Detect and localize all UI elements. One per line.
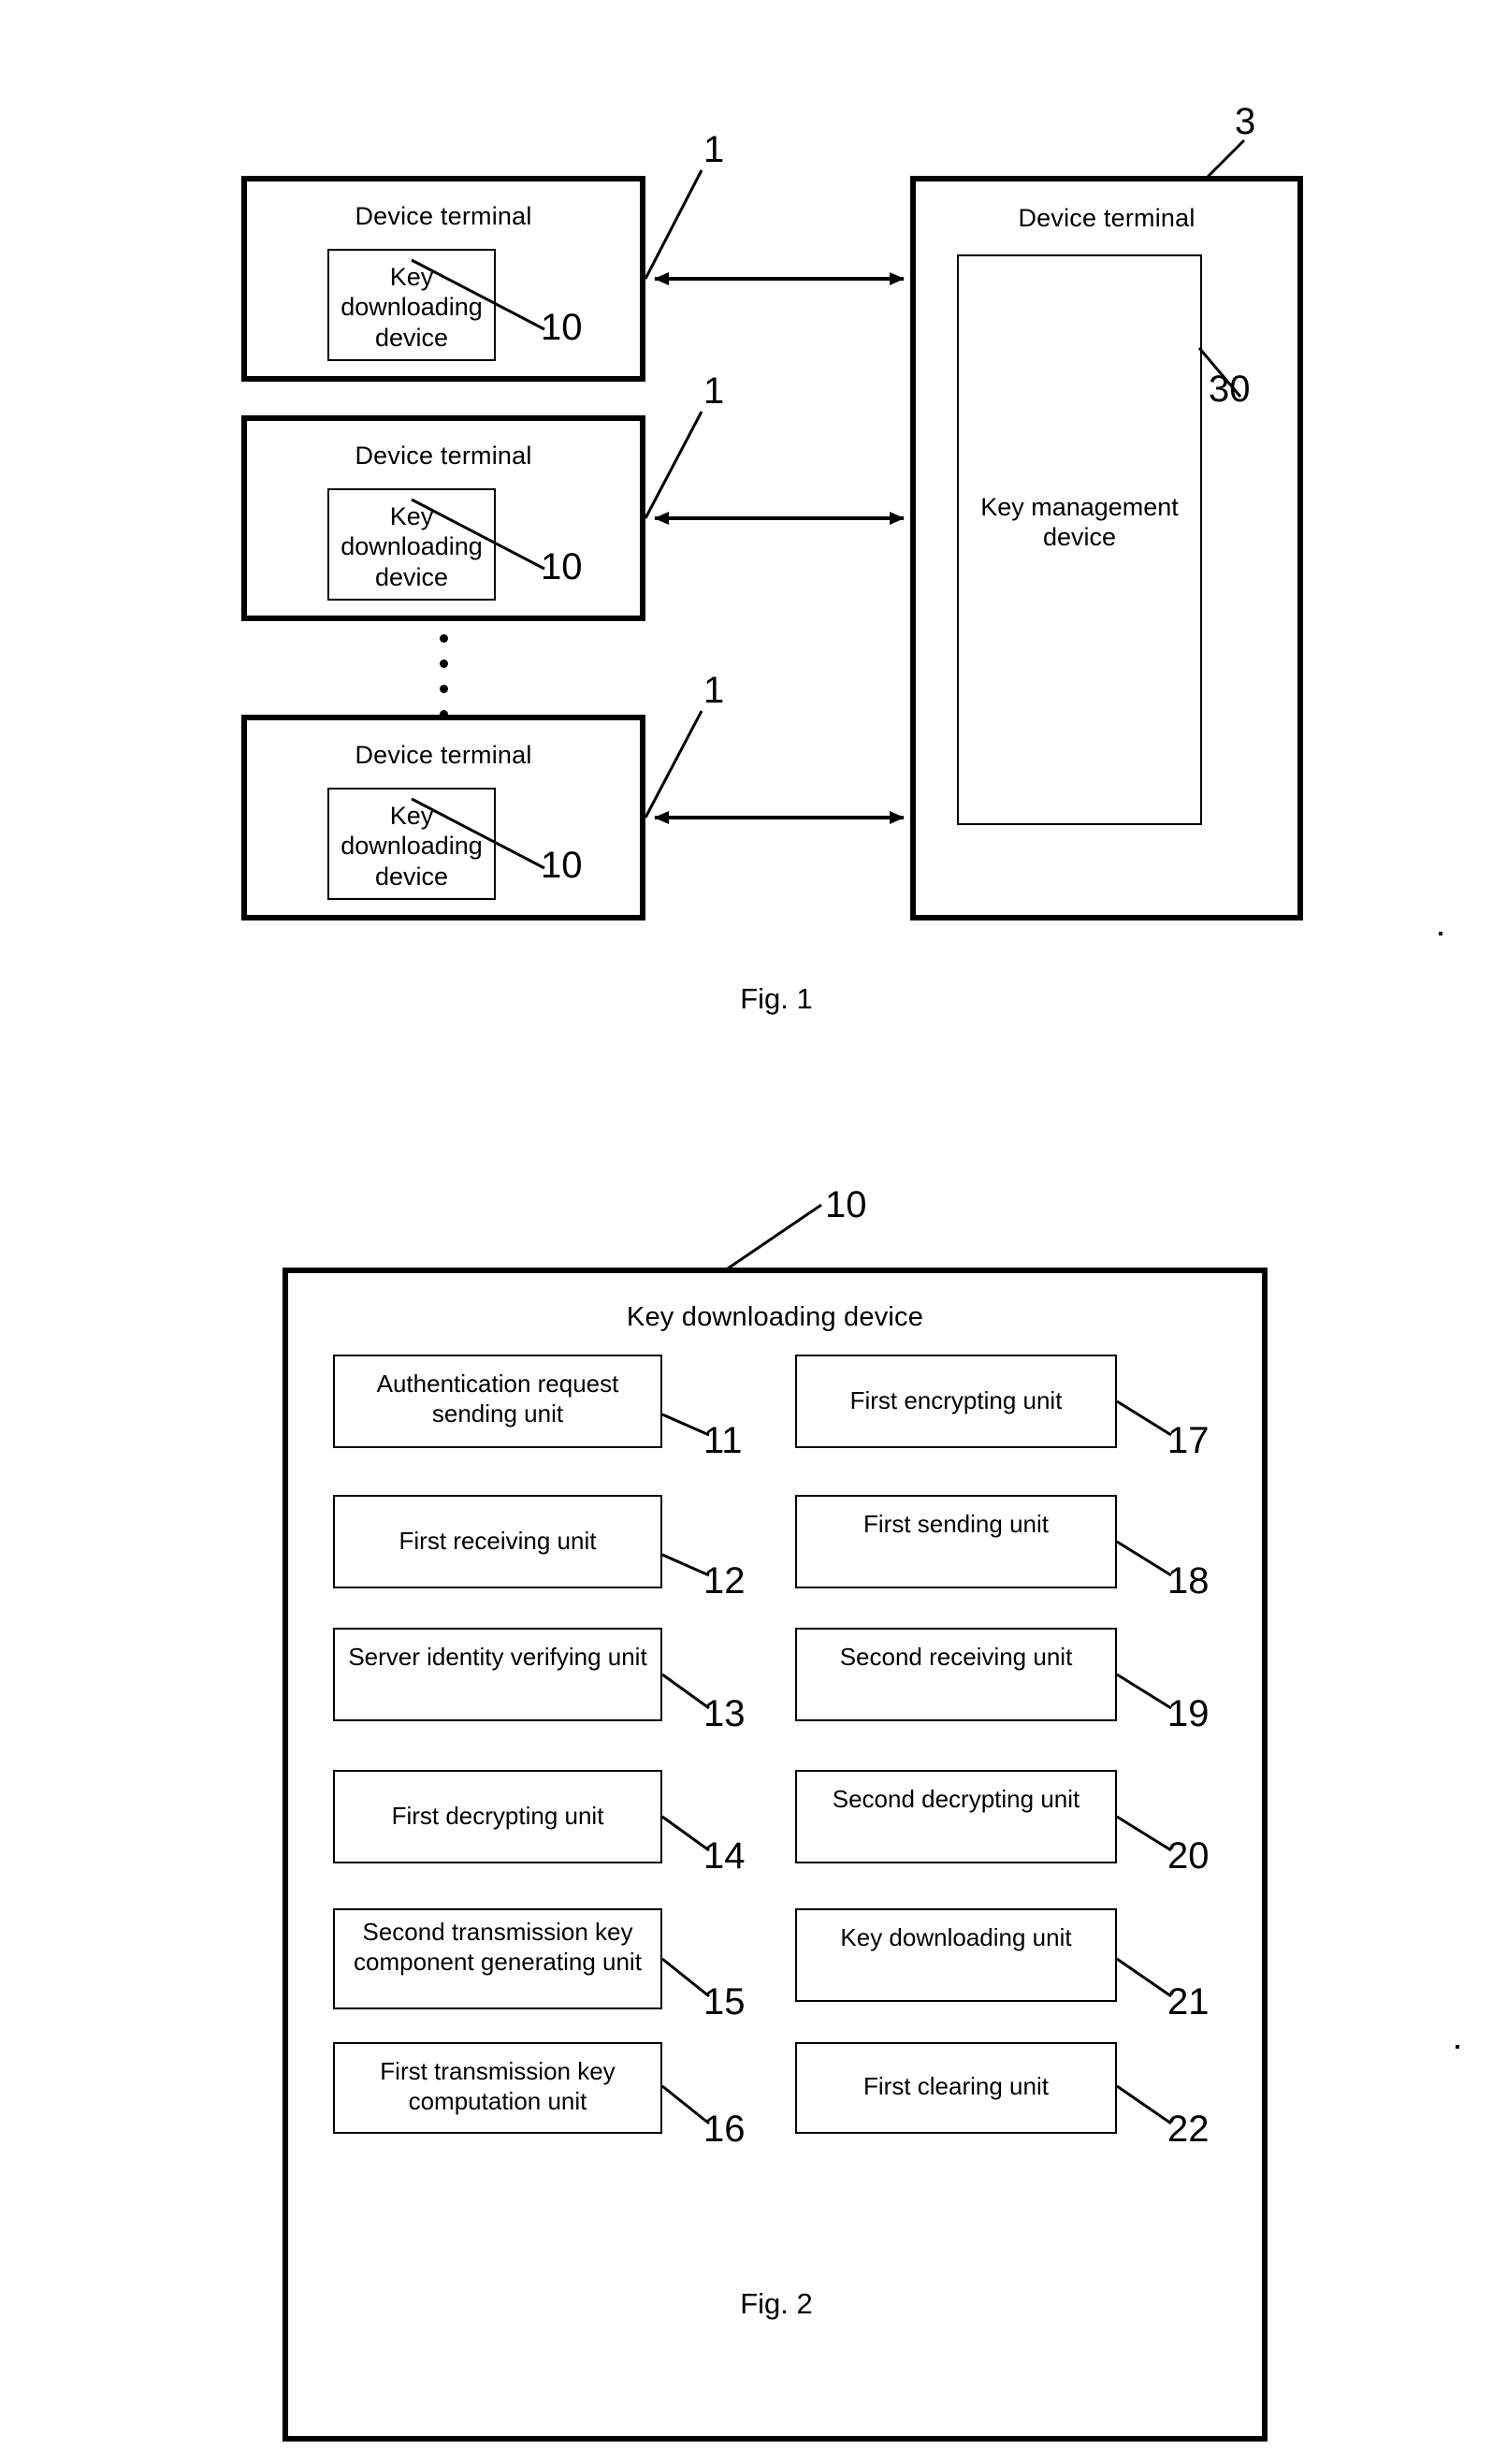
ref-number-key-downloading-device-1: 10 [541, 307, 583, 348]
ref-number-14: 14 [703, 1835, 746, 1877]
unit-label-14: First decrypting unit [391, 1802, 604, 1830]
figure-2: 10 Key downloading device Authentication… [0, 1151, 1507, 2460]
ref-number-terminal-3: 1 [703, 670, 725, 711]
key-downloading-device-box-1: Key downloading device [327, 249, 496, 361]
ref-number-key-downloading-device-fig2: 10 [825, 1184, 867, 1225]
unit-box-first-transmission-key-computation: First transmission key computation unit [333, 2042, 662, 2134]
key-downloading-device-heading: Key downloading device [626, 1302, 924, 1332]
ref-number-22: 22 [1167, 2109, 1210, 2150]
ref-number-12: 12 [703, 1560, 746, 1602]
unit-label-13: Server identity verifying unit [348, 1643, 647, 1671]
unit-label-22: First clearing unit [863, 2072, 1049, 2100]
device-terminal-title-3: Device terminal [355, 741, 532, 769]
ref-number-21: 21 [1167, 1981, 1210, 2022]
device-terminal-box-1: Device terminal Key downloading device [241, 176, 645, 382]
key-management-device-box: Key management device [957, 254, 1202, 825]
key-downloading-device-box-3: Key downloading device [327, 788, 496, 900]
unit-box-first-receiving: First receiving unit [333, 1495, 662, 1588]
ref-number-20: 20 [1167, 1835, 1210, 1877]
unit-label-12: First receiving unit [398, 1527, 597, 1555]
ref-number-13: 13 [703, 1693, 746, 1734]
ref-number-11: 11 [703, 1420, 743, 1461]
unit-box-second-transmission-key-component-generating: Second transmission key component genera… [333, 1908, 662, 2009]
unit-box-second-decrypting: Second decrypting unit [795, 1770, 1117, 1863]
unit-box-first-clearing: First clearing unit [795, 2042, 1117, 2134]
ref-number-key-downloading-device-3: 10 [541, 845, 583, 886]
figure-1-caption: Fig. 1 [740, 982, 813, 1015]
ref-number-15: 15 [703, 1981, 746, 2022]
unit-label-18: First sending unit [863, 1510, 1049, 1538]
key-downloading-device-box-2: Key downloading device [327, 488, 496, 601]
unit-box-authentication-request-sending: Authentication request sending unit [333, 1355, 662, 1448]
key-downloading-device-title-1: Key downloading device [341, 263, 483, 352]
ref-number-key-downloading-device-2: 10 [541, 546, 583, 587]
unit-box-server-identity-verifying: Server identity verifying unit [333, 1628, 662, 1721]
device-terminal-box-2: Device terminal Key downloading device [241, 415, 645, 621]
key-downloading-device-title-2: Key downloading device [341, 502, 483, 591]
device-terminal-title-1: Device terminal [355, 202, 532, 230]
unit-box-first-encrypting: First encrypting unit [795, 1355, 1117, 1448]
unit-label-16: First transmission key computation unit [380, 2057, 616, 2115]
figure-2-caption: Fig. 2 [740, 2287, 813, 2320]
figure-1: Device terminal Key downloading device 1… [0, 0, 1507, 1048]
device-terminal-box-3: Device terminal Key downloading device [241, 715, 645, 920]
ref-number-terminal-2: 1 [703, 370, 725, 412]
ref-number-key-management-device: 30 [1209, 369, 1251, 410]
device-terminal-title-2: Device terminal [355, 442, 532, 470]
ref-number-server: 3 [1235, 101, 1256, 142]
device-terminal-server-title: Device terminal [1018, 204, 1195, 232]
ref-number-19: 19 [1167, 1693, 1210, 1734]
unit-label-19: Second receiving unit [839, 1643, 1073, 1671]
unit-label-11: Authentication request sending unit [376, 1370, 619, 1428]
scan-speck [1439, 932, 1442, 935]
unit-box-first-decrypting: First decrypting unit [333, 1770, 662, 1863]
key-downloading-device-title-3: Key downloading device [341, 802, 483, 891]
unit-label-21: Key downloading unit [840, 1923, 1072, 1951]
ref-number-18: 18 [1167, 1560, 1210, 1602]
ref-number-terminal-1: 1 [703, 129, 725, 170]
device-terminal-server-box: Device terminal Key management device [910, 176, 1303, 920]
ref-number-17: 17 [1167, 1420, 1210, 1461]
key-management-device-title: Key management device [980, 493, 1179, 552]
unit-box-second-receiving: Second receiving unit [795, 1628, 1117, 1721]
unit-box-first-sending: First sending unit [795, 1495, 1117, 1588]
unit-label-15: Second transmission key component genera… [354, 1918, 642, 1976]
unit-box-key-downloading: Key downloading unit [795, 1908, 1117, 2002]
unit-label-20: Second decrypting unit [832, 1785, 1080, 1813]
unit-label-17: First encrypting unit [849, 1386, 1063, 1414]
ref-number-16: 16 [703, 2109, 746, 2150]
